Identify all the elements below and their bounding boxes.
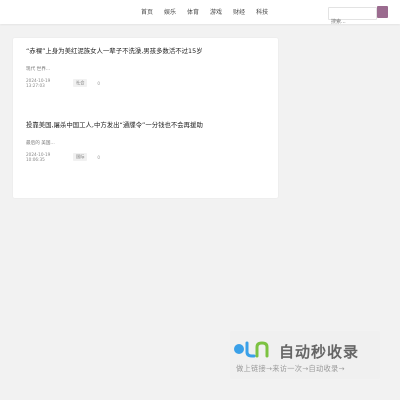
- article-item: “赤裸”上身为美红泥族女人一辈子不洗澡,男孩多数活不过15岁 现代 世界... …: [26, 46, 266, 88]
- article-view-count: 0: [97, 154, 101, 160]
- watermark-title: 自动秒收录: [279, 343, 360, 361]
- nav-home[interactable]: 首页: [141, 7, 153, 16]
- nav-entertainment[interactable]: 娱乐: [164, 7, 176, 16]
- top-navigation-bar: 首页 娱乐 体育 游戏 财经 科技: [0, 0, 400, 27]
- search-button[interactable]: [377, 6, 388, 18]
- article-title[interactable]: “赤裸”上身为美红泥族女人一辈子不洗澡,男孩多数活不过15岁: [26, 46, 266, 55]
- article-meta: 2024-10-19 13:27:03 社会 0: [26, 78, 266, 88]
- nav-tech[interactable]: 科技: [256, 7, 268, 16]
- article-category-tag[interactable]: 国际: [73, 153, 88, 161]
- article-date: 2024-10-19 10:06:35: [26, 152, 51, 162]
- article-excerpt: 最后的 美国...: [26, 141, 55, 146]
- search-input[interactable]: [329, 17, 369, 27]
- main-nav: 首页 娱乐 体育 游戏 财经 科技: [141, 7, 268, 16]
- article-date: 2024-10-19 13:27:03: [26, 78, 51, 88]
- nav-sports[interactable]: 体育: [187, 7, 199, 16]
- search-box: [328, 7, 377, 27]
- article-item: 投靠美国,屠杀中国工人,中方发出“通牒令”一分钱也不会再援助 最后的 美国...…: [26, 120, 266, 162]
- article-excerpt: 现代 世界...: [26, 67, 51, 72]
- nav-finance[interactable]: 财经: [233, 7, 245, 16]
- article-category-tag[interactable]: 社会: [73, 79, 88, 87]
- watermark-logo-icon: [234, 341, 269, 358]
- article-view-count: 0: [97, 80, 101, 86]
- article-meta: 2024-10-19 10:06:35 国际 0: [26, 152, 266, 162]
- article-title[interactable]: 投靠美国,屠杀中国工人,中方发出“通牒令”一分钱也不会再援助: [26, 120, 266, 129]
- article-list-card: “赤裸”上身为美红泥族女人一辈子不洗澡,男孩多数活不过15岁 现代 世界... …: [13, 38, 278, 198]
- nav-games[interactable]: 游戏: [210, 7, 222, 16]
- watermark-subtitle: 做上链接→来访一次→自动收录→: [236, 364, 345, 373]
